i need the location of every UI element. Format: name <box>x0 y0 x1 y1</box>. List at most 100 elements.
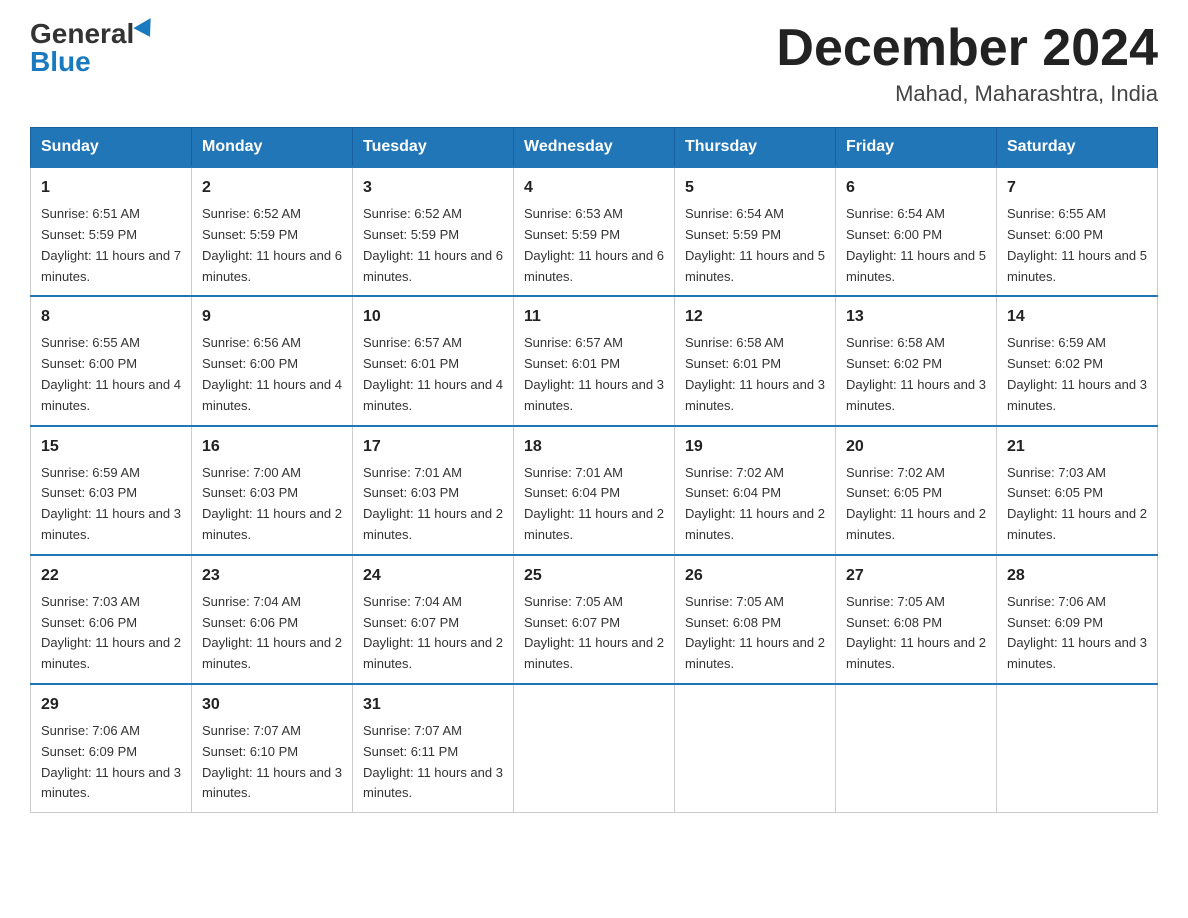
calendar-cell: 9Sunrise: 6:56 AMSunset: 6:00 PMDaylight… <box>192 296 353 425</box>
calendar-day-header: Wednesday <box>514 128 675 168</box>
calendar-cell: 4Sunrise: 6:53 AMSunset: 5:59 PMDaylight… <box>514 167 675 296</box>
day-info: Sunrise: 6:59 AMSunset: 6:02 PMDaylight:… <box>1007 333 1147 416</box>
calendar-cell: 22 Sunrise: 7:03 AMSunset: 6:06 PMDayligh… <box>31 555 192 684</box>
calendar-cell <box>514 684 675 813</box>
location-text: Mahad, Maharashtra, India <box>776 81 1158 107</box>
calendar-day-header: Monday <box>192 128 353 168</box>
day-info: Sunrise: 7:05 AMSunset: 6:08 PMDaylight:… <box>685 592 825 675</box>
calendar-table: SundayMondayTuesdayWednesdayThursdayFrid… <box>30 127 1158 813</box>
calendar-cell: 15Sunrise: 6:59 AMSunset: 6:03 PMDayligh… <box>31 426 192 555</box>
calendar-week-row: 22 Sunrise: 7:03 AMSunset: 6:06 PMDayligh… <box>31 555 1158 684</box>
calendar-week-row: 15Sunrise: 6:59 AMSunset: 6:03 PMDayligh… <box>31 426 1158 555</box>
calendar-cell: 27Sunrise: 7:05 AMSunset: 6:08 PMDayligh… <box>836 555 997 684</box>
day-number: 7 <box>1007 176 1147 200</box>
day-number: 3 <box>363 176 503 200</box>
day-info: Sunrise: 7:03 AMSunset: 6:06 PMDaylight:… <box>41 592 181 675</box>
day-info: Sunrise: 7:02 AMSunset: 6:04 PMDaylight:… <box>685 463 825 546</box>
calendar-cell: 30 Sunrise: 7:07 AMSunset: 6:10 PMDayligh… <box>192 684 353 813</box>
day-info: Sunrise: 6:52 AMSunset: 5:59 PMDaylight:… <box>363 204 503 287</box>
calendar-cell: 31Sunrise: 7:07 AMSunset: 6:11 PMDayligh… <box>353 684 514 813</box>
calendar-cell: 3 Sunrise: 6:52 AMSunset: 5:59 PMDaylight… <box>353 167 514 296</box>
day-info: Sunrise: 6:52 AMSunset: 5:59 PMDaylight:… <box>202 204 342 287</box>
calendar-cell: 17 Sunrise: 7:01 AMSunset: 6:03 PMDayligh… <box>353 426 514 555</box>
title-section: December 2024 Mahad, Maharashtra, India <box>776 20 1158 107</box>
day-info: Sunrise: 6:57 AMSunset: 6:01 PMDaylight:… <box>363 333 503 416</box>
day-number: 5 <box>685 176 825 200</box>
day-number: 4 <box>524 176 664 200</box>
day-number: 24 <box>363 564 503 588</box>
calendar-cell: 26 Sunrise: 7:05 AMSunset: 6:08 PMDayligh… <box>675 555 836 684</box>
calendar-cell: 11 Sunrise: 6:57 AMSunset: 6:01 PMDayligh… <box>514 296 675 425</box>
calendar-day-header: Thursday <box>675 128 836 168</box>
calendar-cell <box>675 684 836 813</box>
day-number: 11 <box>524 305 664 329</box>
calendar-cell: 13Sunrise: 6:58 AMSunset: 6:02 PMDayligh… <box>836 296 997 425</box>
logo-blue-text: Blue <box>30 48 91 76</box>
month-title: December 2024 <box>776 20 1158 77</box>
calendar-day-header: Friday <box>836 128 997 168</box>
calendar-cell: 20 Sunrise: 7:02 AMSunset: 6:05 PMDayligh… <box>836 426 997 555</box>
day-info: Sunrise: 6:55 AMSunset: 6:00 PMDaylight:… <box>41 333 181 416</box>
day-number: 15 <box>41 435 181 459</box>
day-number: 1 <box>41 176 181 200</box>
calendar-cell: 14 Sunrise: 6:59 AMSunset: 6:02 PMDayligh… <box>997 296 1158 425</box>
calendar-header-row: SundayMondayTuesdayWednesdayThursdayFrid… <box>31 128 1158 168</box>
calendar-day-header: Sunday <box>31 128 192 168</box>
day-info: Sunrise: 7:06 AMSunset: 6:09 PMDaylight:… <box>41 721 181 804</box>
calendar-week-row: 8Sunrise: 6:55 AMSunset: 6:00 PMDaylight… <box>31 296 1158 425</box>
calendar-cell: 5 Sunrise: 6:54 AMSunset: 5:59 PMDaylight… <box>675 167 836 296</box>
day-number: 23 <box>202 564 342 588</box>
day-info: Sunrise: 7:00 AMSunset: 6:03 PMDaylight:… <box>202 463 342 546</box>
calendar-cell: 1Sunrise: 6:51 AMSunset: 5:59 PMDaylight… <box>31 167 192 296</box>
day-info: Sunrise: 6:58 AMSunset: 6:02 PMDaylight:… <box>846 333 986 416</box>
day-number: 18 <box>524 435 664 459</box>
day-number: 30 <box>202 693 342 717</box>
day-info: Sunrise: 7:07 AMSunset: 6:10 PMDaylight:… <box>202 721 342 804</box>
page-header: General Blue December 2024 Mahad, Mahara… <box>30 20 1158 107</box>
logo-triangle-icon <box>134 18 159 42</box>
calendar-cell: 6Sunrise: 6:54 AMSunset: 6:00 PMDaylight… <box>836 167 997 296</box>
calendar-cell: 12 Sunrise: 6:58 AMSunset: 6:01 PMDayligh… <box>675 296 836 425</box>
calendar-day-header: Tuesday <box>353 128 514 168</box>
day-info: Sunrise: 7:04 AMSunset: 6:06 PMDaylight:… <box>202 592 342 675</box>
calendar-cell: 19 Sunrise: 7:02 AMSunset: 6:04 PMDayligh… <box>675 426 836 555</box>
day-number: 28 <box>1007 564 1147 588</box>
logo: General Blue <box>30 20 156 76</box>
day-info: Sunrise: 6:57 AMSunset: 6:01 PMDaylight:… <box>524 333 664 416</box>
calendar-cell <box>997 684 1158 813</box>
calendar-cell: 8Sunrise: 6:55 AMSunset: 6:00 PMDaylight… <box>31 296 192 425</box>
day-number: 20 <box>846 435 986 459</box>
day-number: 12 <box>685 305 825 329</box>
day-number: 6 <box>846 176 986 200</box>
logo-general-text: General <box>30 20 134 48</box>
day-info: Sunrise: 7:01 AMSunset: 6:03 PMDaylight:… <box>363 463 503 546</box>
day-number: 19 <box>685 435 825 459</box>
calendar-cell: 2 Sunrise: 6:52 AMSunset: 5:59 PMDaylight… <box>192 167 353 296</box>
day-number: 14 <box>1007 305 1147 329</box>
day-number: 9 <box>202 305 342 329</box>
calendar-cell: 24 Sunrise: 7:04 AMSunset: 6:07 PMDayligh… <box>353 555 514 684</box>
calendar-cell: 18Sunrise: 7:01 AMSunset: 6:04 PMDayligh… <box>514 426 675 555</box>
calendar-cell <box>836 684 997 813</box>
calendar-cell: 25Sunrise: 7:05 AMSunset: 6:07 PMDayligh… <box>514 555 675 684</box>
calendar-cell: 16 Sunrise: 7:00 AMSunset: 6:03 PMDayligh… <box>192 426 353 555</box>
day-number: 26 <box>685 564 825 588</box>
day-info: Sunrise: 6:58 AMSunset: 6:01 PMDaylight:… <box>685 333 825 416</box>
day-info: Sunrise: 7:04 AMSunset: 6:07 PMDaylight:… <box>363 592 503 675</box>
day-info: Sunrise: 7:02 AMSunset: 6:05 PMDaylight:… <box>846 463 986 546</box>
day-info: Sunrise: 7:05 AMSunset: 6:07 PMDaylight:… <box>524 592 664 675</box>
calendar-cell: 7Sunrise: 6:55 AMSunset: 6:00 PMDaylight… <box>997 167 1158 296</box>
calendar-cell: 29 Sunrise: 7:06 AMSunset: 6:09 PMDayligh… <box>31 684 192 813</box>
day-info: Sunrise: 7:05 AMSunset: 6:08 PMDaylight:… <box>846 592 986 675</box>
day-number: 17 <box>363 435 503 459</box>
day-number: 16 <box>202 435 342 459</box>
day-number: 2 <box>202 176 342 200</box>
day-info: Sunrise: 7:07 AMSunset: 6:11 PMDaylight:… <box>363 721 503 804</box>
day-number: 29 <box>41 693 181 717</box>
day-info: Sunrise: 6:54 AMSunset: 5:59 PMDaylight:… <box>685 204 825 287</box>
calendar-cell: 10 Sunrise: 6:57 AMSunset: 6:01 PMDayligh… <box>353 296 514 425</box>
day-info: Sunrise: 7:06 AMSunset: 6:09 PMDaylight:… <box>1007 592 1147 675</box>
day-number: 10 <box>363 305 503 329</box>
day-number: 22 <box>41 564 181 588</box>
day-info: Sunrise: 7:03 AMSunset: 6:05 PMDaylight:… <box>1007 463 1147 546</box>
